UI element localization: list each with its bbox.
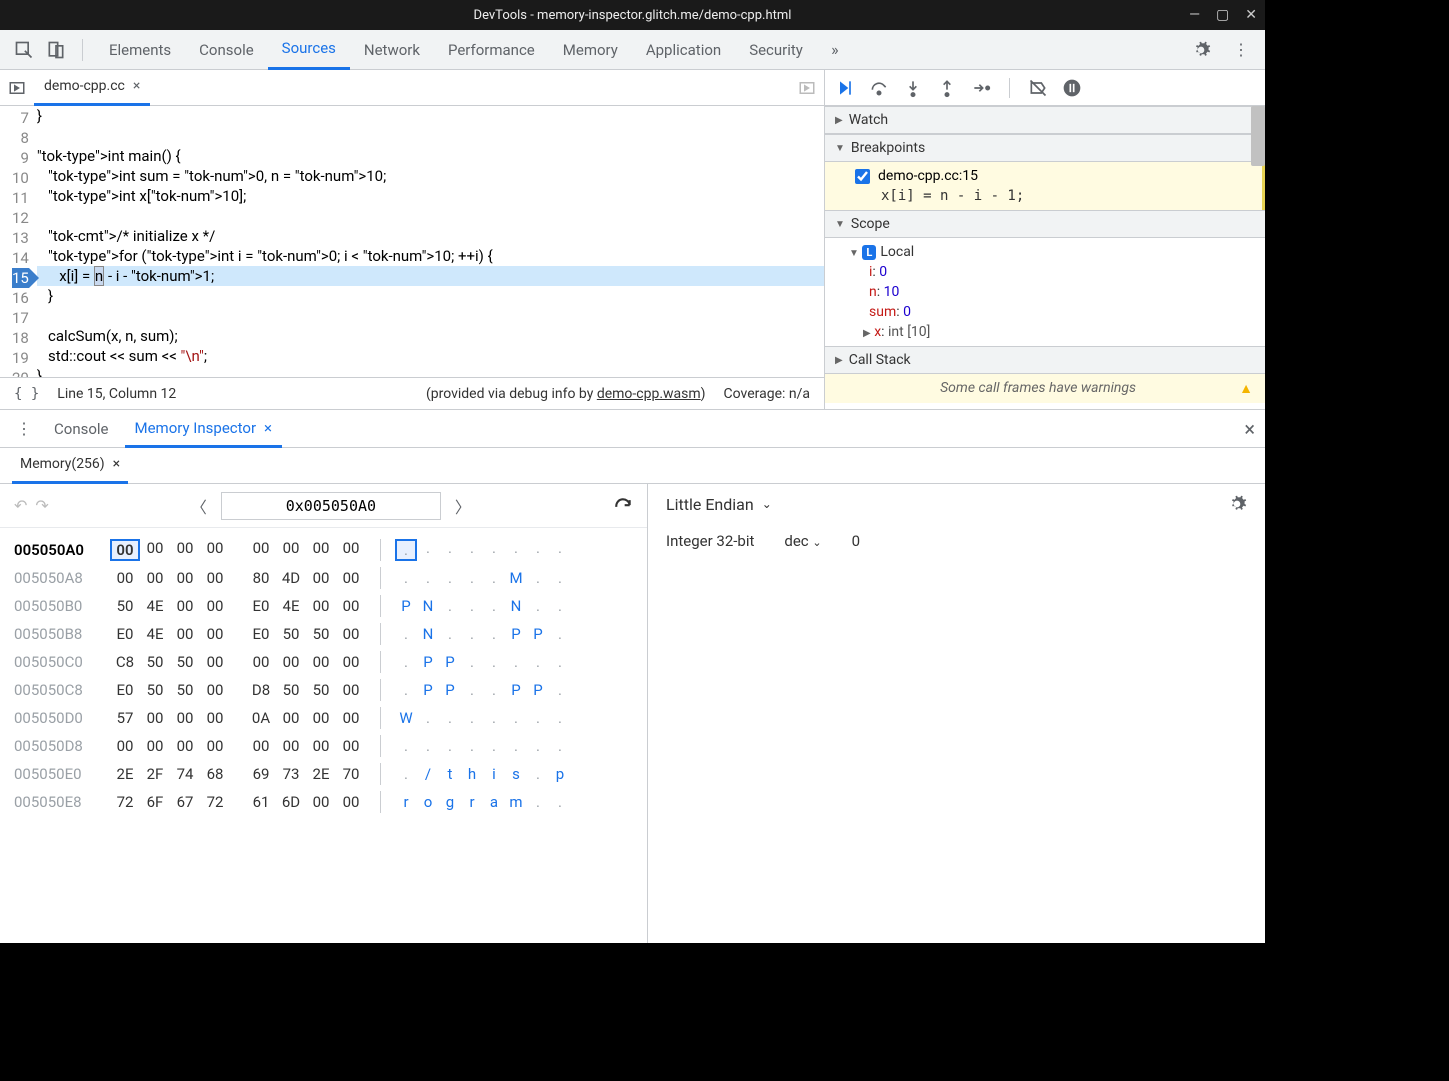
endian-selector[interactable]: Little Endian⌄ (666, 494, 1247, 514)
hex-row[interactable]: 005050B8E04E0000E0505000.N...PP. (14, 620, 633, 648)
step-out-icon[interactable] (937, 78, 957, 98)
resume-icon[interactable] (835, 78, 855, 98)
hex-row[interactable]: 005050C0C850500000000000.PP..... (14, 648, 633, 676)
value-type-label: Integer 32-bit (666, 532, 754, 550)
more-tabs-icon[interactable]: » (821, 36, 849, 64)
device-icon[interactable] (42, 36, 70, 64)
devtools-tabbar: ElementsConsoleSourcesNetworkPerformance… (0, 30, 1265, 70)
cursor-position: Line 15, Column 12 (57, 386, 176, 402)
pause-exceptions-icon[interactable] (1062, 78, 1082, 98)
debugger-toolbar (825, 70, 1265, 106)
value-gear-icon[interactable] (1227, 494, 1247, 514)
editor-statusbar: { } Line 15, Column 12 (provided via deb… (0, 377, 824, 409)
step-over-icon[interactable] (869, 78, 889, 98)
tab-sources[interactable]: Sources (268, 30, 350, 70)
prev-page-icon[interactable]: 〈 (187, 490, 211, 522)
file-tab-label: demo-cpp.cc (44, 78, 125, 94)
hex-row[interactable]: 005050E8726F6772616D0000rogram.. (14, 788, 633, 816)
tab-console[interactable]: Console (185, 30, 268, 70)
breakpoint-item[interactable]: demo-cpp.cc:15 x[i] = n - i - 1; (825, 162, 1265, 210)
drawer-close-icon[interactable]: × (1244, 417, 1255, 441)
hex-row[interactable]: 005050D80000000000000000........ (14, 732, 633, 760)
scope-local[interactable]: ▼ LLocal (849, 242, 1255, 262)
tab-performance[interactable]: Performance (434, 30, 549, 70)
coverage-status: Coverage: n/a (724, 386, 810, 402)
titlebar: DevTools - memory-inspector.glitch.me/de… (0, 0, 1265, 30)
tab-memory-inspector[interactable]: Memory Inspector× (125, 410, 283, 448)
drawer-menu-icon[interactable]: ⋮ (10, 419, 38, 438)
memory-tab[interactable]: Memory(256)× (12, 448, 128, 484)
step-into-icon[interactable] (903, 78, 923, 98)
next-page-icon[interactable]: 〉 (451, 490, 475, 522)
scope-section[interactable]: ▼Scope (825, 210, 1265, 238)
deactivate-bp-icon[interactable] (1028, 78, 1048, 98)
callstack-section[interactable]: ▶Call Stack (825, 346, 1265, 374)
breakpoint-code: x[i] = n - i - 1; (855, 184, 1252, 204)
show-navigator-icon[interactable] (8, 79, 26, 97)
wasm-link[interactable]: demo-cpp.wasm (597, 386, 701, 402)
file-tab[interactable]: demo-cpp.cc × (34, 70, 150, 106)
tab-memory[interactable]: Memory (549, 30, 632, 70)
close-tab-icon[interactable]: × (133, 78, 140, 94)
gear-icon[interactable] (1187, 36, 1215, 64)
tab-security[interactable]: Security (735, 30, 817, 70)
debug-info-source: (provided via debug info by demo-cpp.was… (426, 386, 706, 402)
hex-row[interactable]: 005050C8E0505000D8505000.PP..PP. (14, 676, 633, 704)
step-icon[interactable] (971, 78, 991, 98)
drawer-tabs: ⋮ Console Memory Inspector× × (0, 410, 1265, 448)
pretty-print-icon[interactable]: { } (14, 386, 39, 402)
minimize-icon[interactable]: — (1189, 7, 1200, 23)
debugger-sidebar: ▶Watch ▼Breakpoints demo-cpp.cc:15 x[i] … (825, 70, 1265, 409)
hex-row[interactable]: 005050D0570000000A000000W....... (14, 704, 633, 732)
scrollbar[interactable] (1251, 106, 1265, 166)
address-input[interactable] (221, 492, 441, 520)
run-snippet-icon[interactable] (798, 79, 816, 97)
editor-tabs: demo-cpp.cc × (0, 70, 824, 106)
tab-elements[interactable]: Elements (95, 30, 185, 70)
refresh-icon[interactable] (613, 496, 633, 516)
window-title: DevTools - memory-inspector.glitch.me/de… (474, 8, 792, 23)
close-icon[interactable]: ✕ (1245, 7, 1257, 23)
maximize-icon[interactable]: ▢ (1216, 7, 1229, 23)
scope-var-i[interactable]: i: 0 (869, 262, 1255, 282)
code-editor[interactable]: 789101112131415161718192021 }"tok-type">… (0, 106, 824, 377)
value-row-int32: Integer 32-bit dec ⌄ 0 (666, 532, 1247, 550)
memory-toolbar: ↶ ↷ 〈 〉 (0, 484, 647, 528)
tab-network[interactable]: Network (350, 30, 434, 70)
value-display: 0 (852, 532, 860, 550)
tab-console[interactable]: Console (44, 410, 119, 448)
format-selector[interactable]: dec ⌄ (784, 532, 821, 550)
breakpoints-section[interactable]: ▼Breakpoints (825, 134, 1265, 162)
scope-var-n[interactable]: n: 10 (869, 282, 1255, 302)
callstack-warning: Some call frames have warnings ▲ (825, 374, 1265, 403)
hex-viewer[interactable]: 005050A00000000000000000........005050A8… (0, 528, 647, 943)
inspect-icon[interactable] (10, 36, 38, 64)
watch-section[interactable]: ▶Watch (825, 106, 1265, 134)
tab-application[interactable]: Application (632, 30, 735, 70)
hex-row[interactable]: 005050E02E2F746869732E70./this.p (14, 760, 633, 788)
hex-row[interactable]: 005050B0504E0000E04E0000PN...N.. (14, 592, 633, 620)
breakpoint-checkbox[interactable] (855, 169, 870, 184)
scope-var-x[interactable]: ▶ x: int [10] (849, 322, 1255, 342)
hex-row[interactable]: 005050A800000000804D0000.....M.. (14, 564, 633, 592)
breakpoint-location: demo-cpp.cc:15 (878, 168, 978, 184)
close-tab-icon[interactable]: × (113, 456, 120, 472)
hex-row[interactable]: 005050A00000000000000000........ (14, 536, 633, 564)
redo-icon[interactable]: ↷ (35, 496, 48, 515)
kebab-icon[interactable]: ⋮ (1227, 36, 1255, 64)
close-tab-icon[interactable]: × (264, 419, 272, 437)
scope-var-sum[interactable]: sum: 0 (869, 302, 1255, 322)
undo-icon[interactable]: ↶ (14, 496, 27, 515)
